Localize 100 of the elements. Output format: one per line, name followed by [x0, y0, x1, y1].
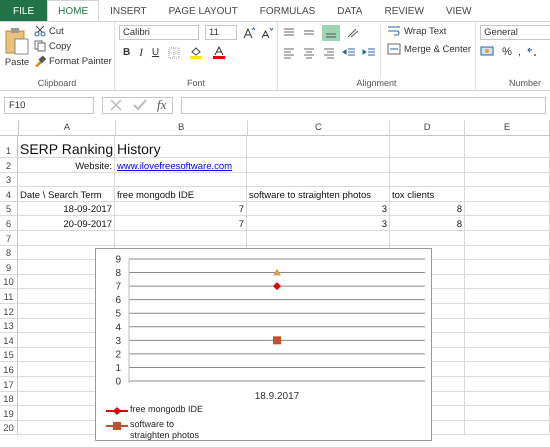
row-header[interactable]: 14: [0, 333, 18, 347]
axis-tick-label: 4: [115, 322, 121, 334]
cell-text: 3: [380, 218, 388, 230]
group-label: Font: [186, 78, 206, 90]
cell-text: 18-09-2017: [62, 204, 113, 216]
cell-text: 20-09-2017: [62, 218, 113, 230]
cell-text: 3: [380, 204, 388, 216]
ribbon-tab[interactable]: REVIEW: [373, 0, 435, 21]
ribbon-tab[interactable]: VIEW: [434, 0, 482, 21]
column-header[interactable]: E: [465, 120, 550, 135]
row-header[interactable]: 9: [0, 260, 18, 274]
row-header[interactable]: 6: [0, 216, 18, 230]
column-header[interactable]: C: [248, 120, 390, 135]
row-header[interactable]: 18: [0, 392, 18, 406]
comma-button[interactable]: ,: [518, 46, 521, 58]
cell-text: tox clients: [391, 190, 436, 201]
row-header[interactable]: 5: [0, 202, 18, 216]
shrink-font-icon[interactable]: [261, 26, 273, 38]
column-header[interactable]: B: [116, 120, 248, 135]
copy-button[interactable]: Copy: [49, 40, 72, 52]
row-header[interactable]: 10: [0, 274, 18, 288]
cell-text: software to straighten photos: [248, 190, 372, 201]
font-color-icon[interactable]: [212, 46, 226, 59]
underline-button[interactable]: U: [152, 47, 160, 58]
italic-button[interactable]: I: [139, 46, 143, 58]
formula-field[interactable]: [181, 96, 546, 114]
bottom-align-icon[interactable]: [322, 25, 340, 41]
ribbon-tab[interactable]: DATA: [326, 0, 374, 21]
cut-button[interactable]: Cut: [49, 26, 64, 36]
fill-color-icon[interactable]: [189, 46, 204, 59]
merge-center-button[interactable]: Merge & Center: [404, 44, 472, 54]
font-size-field[interactable]: 11: [205, 25, 237, 40]
cell-text: 8: [456, 218, 463, 230]
website-link[interactable]: www.ilovefreesoftware.com: [115, 160, 234, 172]
file-tab[interactable]: FILE: [0, 0, 48, 21]
cell-text: Website:: [74, 160, 113, 172]
legend-line-icon: [106, 422, 128, 430]
row-header[interactable]: 13: [0, 318, 18, 332]
align-right-icon[interactable]: [322, 47, 336, 59]
font-name-field[interactable]: Calibri: [119, 25, 199, 40]
row-header[interactable]: 16: [0, 362, 18, 376]
sheet-title: SERP Ranking History: [19, 141, 162, 157]
row-header[interactable]: 4: [0, 187, 18, 201]
format-painter-button[interactable]: Format Painter: [49, 56, 112, 66]
wrap-text-icon[interactable]: [387, 25, 401, 37]
axis-tick-label: 9: [115, 254, 121, 266]
cell-text: 7: [238, 204, 245, 216]
wrap-text-button[interactable]: Wrap Text: [404, 26, 446, 36]
align-left-icon[interactable]: [282, 47, 296, 59]
column-header[interactable]: D: [390, 120, 466, 135]
insert-function-button[interactable]: fx: [157, 97, 166, 113]
align-center-icon[interactable]: [302, 47, 316, 59]
axis-tick-label: 2: [115, 349, 121, 360]
axis-tick-label: 0: [115, 376, 121, 388]
ribbon-tab[interactable]: HOME: [47, 0, 100, 21]
row-header[interactable]: 1: [0, 136, 18, 157]
row-header[interactable]: 17: [0, 376, 18, 390]
row-header[interactable]: 2: [0, 158, 18, 172]
brush-icon[interactable]: [34, 55, 46, 67]
name-box[interactable]: F10: [4, 96, 94, 114]
row-header[interactable]: 20: [0, 420, 18, 434]
axis-tick-label: 1: [115, 362, 121, 374]
checkmark-icon[interactable]: [133, 98, 147, 112]
paste-label[interactable]: Paste: [4, 57, 30, 68]
column-header[interactable]: A: [18, 120, 116, 135]
row-header[interactable]: 15: [0, 348, 18, 362]
axis-tick-label: 5: [115, 308, 121, 320]
cell-text: free mongodb IDE: [116, 190, 196, 201]
ribbon-tab[interactable]: FORMULAS: [248, 0, 326, 21]
clipboard-icon[interactable]: [4, 27, 30, 55]
bold-button[interactable]: B: [123, 47, 130, 58]
axis-tick-label: 8: [115, 268, 121, 280]
group-label: Alignment: [356, 78, 398, 90]
legend-label: software to straighten photos: [130, 419, 200, 441]
copy-icon[interactable]: [34, 40, 46, 52]
percent-button[interactable]: %: [502, 46, 512, 58]
number-format-field[interactable]: General: [480, 25, 550, 40]
row-header[interactable]: 3: [0, 172, 18, 186]
row-header[interactable]: 11: [0, 289, 18, 303]
legend-label: free mongodb IDE: [130, 404, 204, 415]
ribbon-tab[interactable]: INSERT: [99, 0, 158, 21]
grow-font-icon[interactable]: [243, 26, 255, 38]
cell-text: 8: [456, 204, 463, 216]
borders-icon[interactable]: [168, 46, 180, 58]
group-label: Number: [508, 78, 542, 90]
group-label: Clipboard: [36, 78, 78, 90]
scissors-icon[interactable]: [34, 25, 46, 37]
ribbon-tab[interactable]: PAGE LAYOUT: [158, 0, 249, 21]
row-header[interactable]: 7: [0, 230, 18, 245]
axis-tick-label: 7: [115, 282, 121, 293]
legend-line-icon: [106, 407, 128, 415]
axis-tick-label: 6: [115, 295, 121, 306]
row-header[interactable]: 19: [0, 406, 18, 420]
row-header[interactable]: 8: [0, 246, 18, 260]
axis-tick-label: 3: [115, 336, 121, 347]
merge-icon[interactable]: [387, 43, 401, 55]
row-header[interactable]: 12: [0, 304, 18, 318]
cell-text: 7: [238, 218, 245, 230]
currency-icon[interactable]: [480, 46, 496, 58]
chart-area[interactable]: 0 1 2 3 4 5 6 7 8 9 18.9.2017 free mongodb IDE software to straighten photos: [95, 248, 432, 441]
